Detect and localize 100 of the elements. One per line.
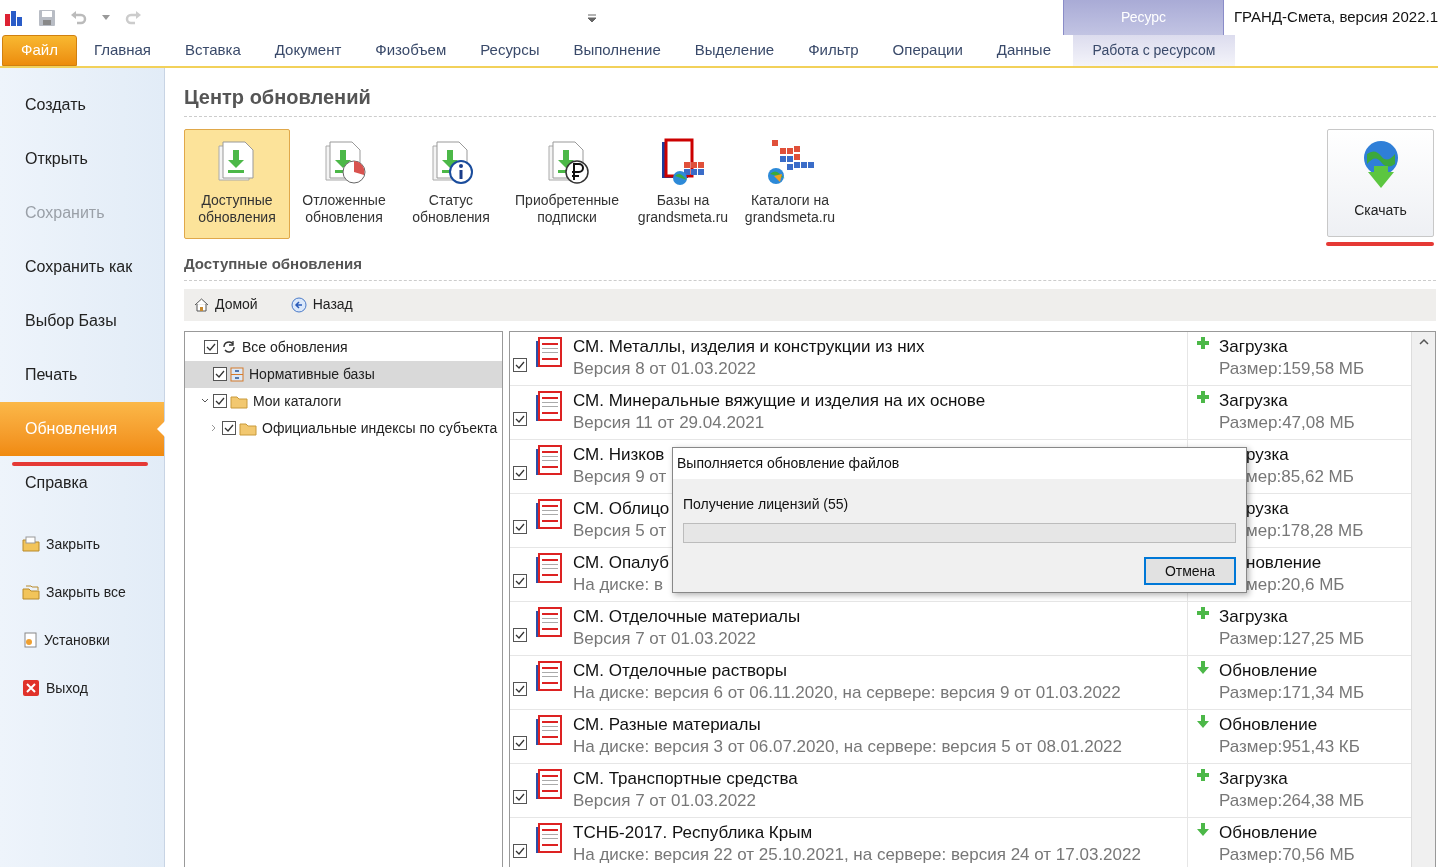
tree-label: Все обновления xyxy=(242,337,348,357)
update-size: Размер:171,34 МБ xyxy=(1219,681,1365,704)
tree-item[interactable]: Нормативные базы xyxy=(185,360,502,388)
checkbox[interactable] xyxy=(513,843,527,858)
save-icon[interactable] xyxy=(38,8,56,27)
toolbar-button[interactable]: Приобретенные подписки xyxy=(505,129,629,239)
update-title: СМ. Металлы, изделия и конструкции из них xyxy=(573,335,925,358)
plus-icon xyxy=(1197,606,1209,619)
checkbox[interactable] xyxy=(213,394,227,408)
sidebar-item[interactable]: Печать xyxy=(0,348,164,402)
update-title: СМ. Отделочные материалы xyxy=(573,605,801,628)
back-link[interactable]: Назад xyxy=(290,294,353,315)
plus-icon xyxy=(1197,390,1209,403)
update-size: мер:178,28 МБ xyxy=(1246,519,1364,542)
dialog-title: Выполняется обновление файлов xyxy=(673,448,1246,479)
checkbox[interactable] xyxy=(513,573,527,588)
house-icon xyxy=(194,297,209,312)
sidebar-item[interactable]: Сохранить как xyxy=(0,240,164,294)
document-gear-icon xyxy=(22,632,38,648)
checkbox[interactable] xyxy=(513,627,527,642)
folder-icon xyxy=(22,536,40,552)
checkbox[interactable] xyxy=(222,421,236,435)
ribbon-tab[interactable]: Операции xyxy=(875,35,980,66)
dropdown-caret-icon[interactable] xyxy=(102,14,110,21)
sidebar-item[interactable]: Закрыть xyxy=(0,520,164,568)
update-action: рузка xyxy=(1246,443,1290,466)
update-size: Размер:127,25 МБ xyxy=(1219,627,1365,650)
update-action: Обновление xyxy=(1219,659,1319,682)
update-size: Размер:264,38 МБ xyxy=(1219,789,1365,812)
ribbon-tab[interactable]: Главная xyxy=(76,35,168,66)
checkbox[interactable] xyxy=(513,411,527,426)
update-version: На диске: версия 22 от 25.10.2021, на сервере: версия 24 от 17.03.2022 xyxy=(573,843,1141,866)
update-title: СМ. Опалуб xyxy=(573,551,669,574)
checkbox[interactable] xyxy=(513,357,527,372)
update-action: Обновление xyxy=(1219,821,1319,844)
sidebar-item[interactable]: Выбор Базы xyxy=(0,294,164,348)
ribbon-tab[interactable]: Работа с ресурсом xyxy=(1073,35,1235,66)
ribbon-tab[interactable]: Ресурсы xyxy=(463,35,557,66)
checkbox[interactable] xyxy=(513,519,527,534)
customize-caret-icon[interactable] xyxy=(588,13,596,22)
tree-label: Мои каталоги xyxy=(253,391,342,411)
checkbox[interactable] xyxy=(513,735,527,750)
arrow-down-icon xyxy=(1197,660,1209,674)
sidebar-item[interactable]: Открыть xyxy=(0,132,164,186)
checkbox[interactable] xyxy=(213,367,227,381)
ribbon-tab[interactable]: Физобъем xyxy=(358,35,464,66)
scroll-up-icon[interactable] xyxy=(1418,337,1429,345)
update-title: ТСНБ-2017. Республика Крым xyxy=(573,821,814,844)
arrow-down-icon xyxy=(1197,822,1209,836)
update-version: Версия 7 от 01.03.2022 xyxy=(573,789,758,812)
update-title: СМ. Минеральные вяжущие и изделия на их основе xyxy=(573,389,986,412)
update-title: СМ. Транспортные средства xyxy=(573,767,798,790)
cancel-button[interactable]: Отмена xyxy=(1144,557,1236,585)
sidebar-item[interactable]: Справка xyxy=(0,456,164,510)
ribbon-tab[interactable]: Документ xyxy=(257,35,359,66)
update-title: СМ. Низков xyxy=(573,443,666,466)
checkbox[interactable] xyxy=(204,340,218,354)
page-title: Центр обновлений xyxy=(184,68,1436,117)
tree-item[interactable]: Мои каталоги xyxy=(185,387,502,415)
home-link[interactable]: Домой xyxy=(194,294,258,315)
toolbar-button[interactable]: Каталоги на grandsmeta.ru xyxy=(737,129,843,239)
toolbar-button[interactable]: Отложенные обновления xyxy=(291,129,397,239)
checkbox[interactable] xyxy=(513,681,527,696)
window-title: ГРАНД-Смета, версия 2022.1 xyxy=(1233,7,1438,28)
scrollbar[interactable] xyxy=(1411,331,1435,867)
download-button[interactable]: Скачать xyxy=(1327,129,1434,237)
ribbon-tab[interactable]: Выделение xyxy=(677,35,792,66)
update-version: На диске: в xyxy=(573,573,664,596)
update-size: Размер:951,43 КБ xyxy=(1219,735,1360,758)
ribbon-tab[interactable]: Выполнение xyxy=(556,35,678,66)
ribbon-tab[interactable]: Данные xyxy=(979,35,1068,66)
toolbar-button[interactable]: Доступные обновления xyxy=(184,129,290,239)
update-size: Размер:70,56 МБ xyxy=(1219,843,1355,866)
update-version: Версия 7 от 01.03.2022 xyxy=(573,627,758,650)
update-size: Размер:47,08 МБ xyxy=(1219,411,1355,434)
update-size: Размер:159,58 МБ xyxy=(1219,357,1365,380)
update-version: Версия 9 от xyxy=(573,465,667,488)
sidebar-item[interactable]: Выход xyxy=(0,664,164,712)
folder-icon xyxy=(230,393,248,409)
sidebar-item[interactable]: Установки xyxy=(0,616,164,664)
sidebar-item[interactable]: Закрыть все xyxy=(0,568,164,616)
checkbox[interactable] xyxy=(513,789,527,804)
arrow-down-icon xyxy=(1197,714,1209,728)
update-action: новление xyxy=(1246,551,1323,574)
toolbar-button[interactable]: Статус обновления xyxy=(398,129,504,239)
chevron-right-icon[interactable] xyxy=(210,424,218,432)
update-action: рузка xyxy=(1246,497,1290,520)
update-title: СМ. Облицо xyxy=(573,497,670,520)
tree-item[interactable]: Официальные индексы по субъекта xyxy=(185,414,502,442)
sidebar-item[interactable]: Создать xyxy=(0,78,164,132)
chevron-down-icon[interactable] xyxy=(201,397,209,405)
ribbon-tab[interactable]: Вставка xyxy=(168,35,258,66)
update-size: мер:20,6 МБ xyxy=(1246,573,1345,596)
checkbox[interactable] xyxy=(513,465,527,480)
dialog-message: Получение лицензий (55) xyxy=(683,495,850,514)
toolbar-button[interactable]: Базы на grandsmeta.ru xyxy=(630,129,736,239)
folders-icon xyxy=(22,584,40,600)
tree-item[interactable]: Все обновления xyxy=(185,333,502,361)
tree-label: Официальные индексы по субъекта xyxy=(262,418,498,438)
ribbon-tab[interactable]: Фильтр xyxy=(791,35,876,66)
